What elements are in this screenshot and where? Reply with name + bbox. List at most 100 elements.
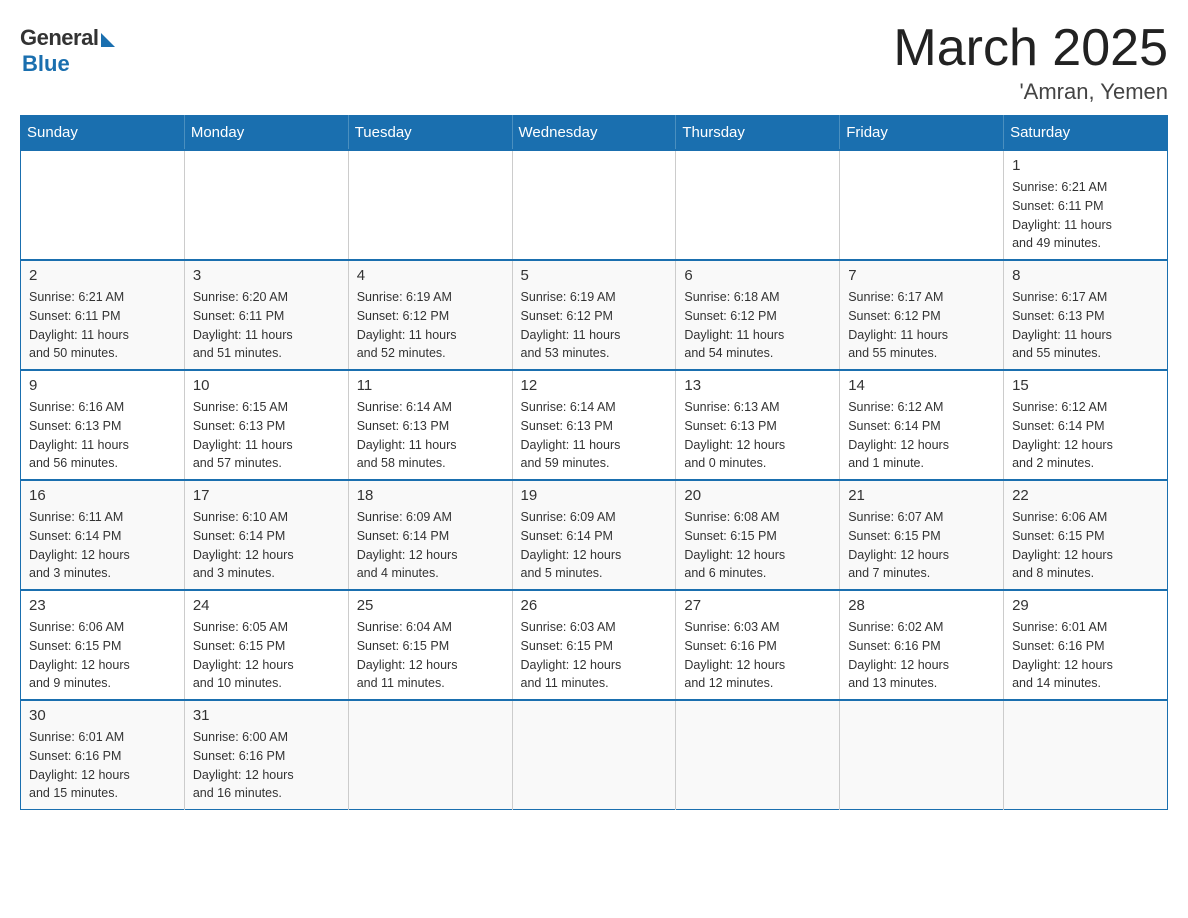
day-number: 21 bbox=[848, 487, 995, 504]
calendar-cell bbox=[21, 150, 185, 260]
day-info: Sunrise: 6:12 AM Sunset: 6:14 PM Dayligh… bbox=[1012, 398, 1159, 473]
day-number: 29 bbox=[1012, 597, 1159, 614]
calendar-cell bbox=[840, 700, 1004, 810]
page-header: General Blue March 2025 'Amran, Yemen bbox=[20, 20, 1168, 105]
calendar-cell: 15 Sunrise: 6:12 AM Sunset: 6:14 PM Dayli… bbox=[1004, 370, 1168, 480]
day-info: Sunrise: 6:21 AM Sunset: 6:11 PM Dayligh… bbox=[1012, 178, 1159, 253]
day-info: Sunrise: 6:06 AM Sunset: 6:15 PM Dayligh… bbox=[29, 618, 176, 693]
day-info: Sunrise: 6:21 AM Sunset: 6:11 PM Dayligh… bbox=[29, 288, 176, 363]
day-number: 23 bbox=[29, 597, 176, 614]
weekday-header-wednesday: Wednesday bbox=[512, 116, 676, 151]
calendar-body: 1Sunrise: 6:21 AM Sunset: 6:11 PM Daylig… bbox=[21, 150, 1168, 810]
day-info: Sunrise: 6:03 AM Sunset: 6:16 PM Dayligh… bbox=[684, 618, 831, 693]
day-info: Sunrise: 6:18 AM Sunset: 6:12 PM Dayligh… bbox=[684, 288, 831, 363]
logo-triangle-icon bbox=[101, 33, 115, 47]
month-title: March 2025 bbox=[893, 20, 1168, 77]
calendar-cell: 28Sunrise: 6:02 AM Sunset: 6:16 PM Dayli… bbox=[840, 590, 1004, 700]
day-info: Sunrise: 6:03 AM Sunset: 6:15 PM Dayligh… bbox=[521, 618, 668, 693]
calendar-cell bbox=[676, 150, 840, 260]
day-info: Sunrise: 6:16 AM Sunset: 6:13 PM Dayligh… bbox=[29, 398, 176, 473]
calendar-cell: 14Sunrise: 6:12 AM Sunset: 6:14 PM Dayli… bbox=[840, 370, 1004, 480]
day-number: 27 bbox=[684, 597, 831, 614]
day-number: 3 bbox=[193, 267, 340, 284]
calendar-cell: 25 Sunrise: 6:04 AM Sunset: 6:15 PM Dayli… bbox=[348, 590, 512, 700]
day-info: Sunrise: 6:02 AM Sunset: 6:16 PM Dayligh… bbox=[848, 618, 995, 693]
calendar-cell: 20 Sunrise: 6:08 AM Sunset: 6:15 PM Dayli… bbox=[676, 480, 840, 590]
calendar-cell: 1Sunrise: 6:21 AM Sunset: 6:11 PM Daylig… bbox=[1004, 150, 1168, 260]
calendar-week-row: 23 Sunrise: 6:06 AM Sunset: 6:15 PM Dayli… bbox=[21, 590, 1168, 700]
day-number: 12 bbox=[521, 377, 668, 394]
calendar-week-row: 16Sunrise: 6:11 AM Sunset: 6:14 PM Dayli… bbox=[21, 480, 1168, 590]
day-number: 4 bbox=[357, 267, 504, 284]
weekday-header-monday: Monday bbox=[184, 116, 348, 151]
calendar-week-row: 1Sunrise: 6:21 AM Sunset: 6:11 PM Daylig… bbox=[21, 150, 1168, 260]
day-number: 10 bbox=[193, 377, 340, 394]
calendar-cell: 3 Sunrise: 6:20 AM Sunset: 6:11 PM Daylig… bbox=[184, 260, 348, 370]
calendar-cell: 8 Sunrise: 6:17 AM Sunset: 6:13 PM Daylig… bbox=[1004, 260, 1168, 370]
calendar-cell: 23 Sunrise: 6:06 AM Sunset: 6:15 PM Dayli… bbox=[21, 590, 185, 700]
day-info: Sunrise: 6:05 AM Sunset: 6:15 PM Dayligh… bbox=[193, 618, 340, 693]
day-number: 2 bbox=[29, 267, 176, 284]
calendar-cell: 13Sunrise: 6:13 AM Sunset: 6:13 PM Dayli… bbox=[676, 370, 840, 480]
weekday-header-thursday: Thursday bbox=[676, 116, 840, 151]
day-number: 15 bbox=[1012, 377, 1159, 394]
day-number: 31 bbox=[193, 707, 340, 724]
day-number: 9 bbox=[29, 377, 176, 394]
weekday-header-sunday: Sunday bbox=[21, 116, 185, 151]
calendar-cell bbox=[840, 150, 1004, 260]
day-number: 5 bbox=[521, 267, 668, 284]
calendar-cell: 22Sunrise: 6:06 AM Sunset: 6:15 PM Dayli… bbox=[1004, 480, 1168, 590]
calendar-cell: 11Sunrise: 6:14 AM Sunset: 6:13 PM Dayli… bbox=[348, 370, 512, 480]
calendar-cell: 5Sunrise: 6:19 AM Sunset: 6:12 PM Daylig… bbox=[512, 260, 676, 370]
calendar-cell bbox=[348, 150, 512, 260]
day-number: 20 bbox=[684, 487, 831, 504]
calendar-cell bbox=[512, 150, 676, 260]
location-title: 'Amran, Yemen bbox=[893, 79, 1168, 105]
day-info: Sunrise: 6:09 AM Sunset: 6:14 PM Dayligh… bbox=[521, 508, 668, 583]
day-number: 24 bbox=[193, 597, 340, 614]
day-info: Sunrise: 6:07 AM Sunset: 6:15 PM Dayligh… bbox=[848, 508, 995, 583]
day-info: Sunrise: 6:00 AM Sunset: 6:16 PM Dayligh… bbox=[193, 728, 340, 803]
day-number: 11 bbox=[357, 377, 504, 394]
calendar-table: SundayMondayTuesdayWednesdayThursdayFrid… bbox=[20, 115, 1168, 810]
calendar-cell: 18 Sunrise: 6:09 AM Sunset: 6:14 PM Dayli… bbox=[348, 480, 512, 590]
calendar-cell: 17Sunrise: 6:10 AM Sunset: 6:14 PM Dayli… bbox=[184, 480, 348, 590]
day-info: Sunrise: 6:11 AM Sunset: 6:14 PM Dayligh… bbox=[29, 508, 176, 583]
day-info: Sunrise: 6:17 AM Sunset: 6:12 PM Dayligh… bbox=[848, 288, 995, 363]
day-info: Sunrise: 6:10 AM Sunset: 6:14 PM Dayligh… bbox=[193, 508, 340, 583]
calendar-cell: 9 Sunrise: 6:16 AM Sunset: 6:13 PM Daylig… bbox=[21, 370, 185, 480]
day-info: Sunrise: 6:17 AM Sunset: 6:13 PM Dayligh… bbox=[1012, 288, 1159, 363]
logo-blue-text: Blue bbox=[22, 51, 70, 77]
calendar-cell: 30Sunrise: 6:01 AM Sunset: 6:16 PM Dayli… bbox=[21, 700, 185, 810]
calendar-cell: 29Sunrise: 6:01 AM Sunset: 6:16 PM Dayli… bbox=[1004, 590, 1168, 700]
day-info: Sunrise: 6:09 AM Sunset: 6:14 PM Dayligh… bbox=[357, 508, 504, 583]
calendar-cell: 2 Sunrise: 6:21 AM Sunset: 6:11 PM Daylig… bbox=[21, 260, 185, 370]
calendar-cell: 31 Sunrise: 6:00 AM Sunset: 6:16 PM Dayli… bbox=[184, 700, 348, 810]
day-info: Sunrise: 6:01 AM Sunset: 6:16 PM Dayligh… bbox=[29, 728, 176, 803]
day-number: 22 bbox=[1012, 487, 1159, 504]
day-info: Sunrise: 6:08 AM Sunset: 6:15 PM Dayligh… bbox=[684, 508, 831, 583]
day-info: Sunrise: 6:13 AM Sunset: 6:13 PM Dayligh… bbox=[684, 398, 831, 473]
day-number: 25 bbox=[357, 597, 504, 614]
calendar-cell: 7Sunrise: 6:17 AM Sunset: 6:12 PM Daylig… bbox=[840, 260, 1004, 370]
day-info: Sunrise: 6:15 AM Sunset: 6:13 PM Dayligh… bbox=[193, 398, 340, 473]
day-number: 19 bbox=[521, 487, 668, 504]
title-block: March 2025 'Amran, Yemen bbox=[893, 20, 1168, 105]
day-number: 6 bbox=[684, 267, 831, 284]
calendar-week-row: 30Sunrise: 6:01 AM Sunset: 6:16 PM Dayli… bbox=[21, 700, 1168, 810]
day-info: Sunrise: 6:20 AM Sunset: 6:11 PM Dayligh… bbox=[193, 288, 340, 363]
calendar-cell bbox=[512, 700, 676, 810]
calendar-cell: 27 Sunrise: 6:03 AM Sunset: 6:16 PM Dayli… bbox=[676, 590, 840, 700]
logo-general-text: General bbox=[20, 25, 98, 51]
calendar-cell bbox=[1004, 700, 1168, 810]
logo: General Blue bbox=[20, 20, 115, 77]
day-info: Sunrise: 6:04 AM Sunset: 6:15 PM Dayligh… bbox=[357, 618, 504, 693]
calendar-cell: 12 Sunrise: 6:14 AM Sunset: 6:13 PM Dayli… bbox=[512, 370, 676, 480]
calendar-cell bbox=[348, 700, 512, 810]
day-number: 18 bbox=[357, 487, 504, 504]
weekday-header-saturday: Saturday bbox=[1004, 116, 1168, 151]
day-number: 8 bbox=[1012, 267, 1159, 284]
calendar-cell: 6 Sunrise: 6:18 AM Sunset: 6:12 PM Daylig… bbox=[676, 260, 840, 370]
day-info: Sunrise: 6:14 AM Sunset: 6:13 PM Dayligh… bbox=[521, 398, 668, 473]
calendar-cell bbox=[184, 150, 348, 260]
